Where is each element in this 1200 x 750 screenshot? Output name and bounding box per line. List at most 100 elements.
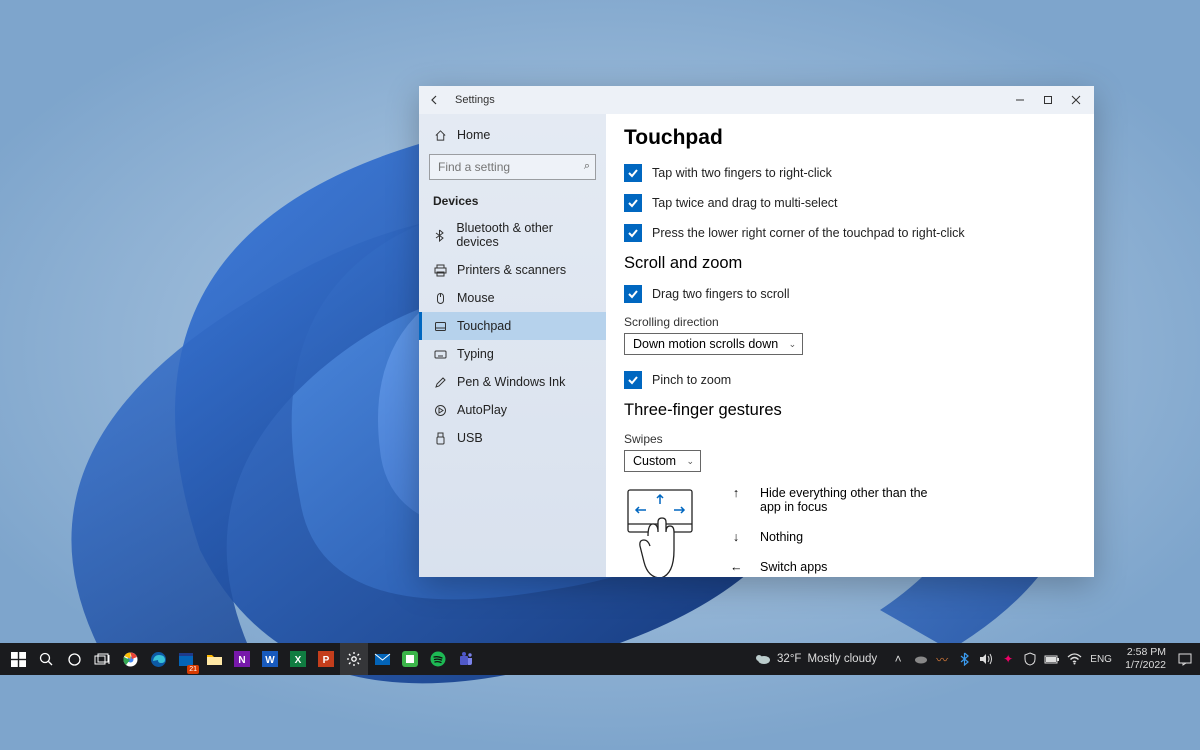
gesture-down-label: Nothing	[760, 530, 803, 544]
action-center-button[interactable]	[1174, 643, 1196, 675]
touchpad-icon	[433, 319, 447, 333]
arrow-up-icon: ↑	[730, 486, 742, 500]
tray-security-icon[interactable]	[1019, 643, 1041, 675]
checkbox-drag-two-scroll[interactable]	[624, 285, 642, 303]
settings-content: Touchpad Tap with two fingers to right-c…	[606, 114, 1094, 577]
sidebar-item-mouse[interactable]: Mouse	[419, 284, 606, 312]
chevron-down-icon: ⌄	[687, 456, 695, 467]
chevron-down-icon: ⌄	[789, 339, 797, 350]
section-scroll-zoom: Scroll and zoom	[624, 254, 1076, 273]
checkbox-pinch-zoom[interactable]	[624, 371, 642, 389]
taskbar-app-chrome[interactable]	[116, 643, 144, 675]
maximize-button[interactable]	[1034, 87, 1062, 113]
check-label: Drag two fingers to scroll	[652, 287, 790, 301]
tray-wifi-icon[interactable]	[1063, 643, 1085, 675]
gesture-diagram	[624, 486, 696, 577]
gesture-left-label: Switch apps	[760, 560, 827, 574]
window-titlebar[interactable]: Settings	[419, 86, 1094, 114]
usb-icon	[433, 431, 447, 445]
taskbar-clock[interactable]: 2:58 PM 1/7/2022	[1117, 646, 1174, 671]
taskbar-app-edge[interactable]	[144, 643, 172, 675]
taskbar: 21 N W X P 32°F Mostly cloudy ˄ 〰 ✦ ENG …	[0, 643, 1200, 675]
taskbar-app-powerpoint[interactable]: P	[312, 643, 340, 675]
sidebar-item-label: AutoPlay	[457, 403, 507, 417]
page-title: Touchpad	[624, 126, 1076, 150]
section-three-finger: Three-finger gestures	[624, 401, 1076, 420]
tray-language[interactable]: ENG	[1085, 643, 1117, 675]
sidebar-item-autoplay[interactable]: AutoPlay	[419, 396, 606, 424]
scrolling-direction-label: Scrolling direction	[624, 315, 1076, 329]
taskbar-app-onenote[interactable]: N	[228, 643, 256, 675]
search-input[interactable]	[429, 154, 596, 180]
task-view-button[interactable]	[88, 643, 116, 675]
search-button[interactable]	[32, 643, 60, 675]
sidebar-item-printer[interactable]: Printers & scanners	[419, 256, 606, 284]
taskbar-app-excel[interactable]: X	[284, 643, 312, 675]
scrolling-direction-select[interactable]: Down motion scrolls down⌄	[624, 333, 803, 355]
checkbox-two-finger-rightclick[interactable]	[624, 164, 642, 182]
printer-icon	[433, 263, 447, 277]
taskbar-weather[interactable]: 32°F Mostly cloudy	[743, 643, 887, 675]
tray-bluetooth-icon[interactable]	[953, 643, 975, 675]
tray-volume-icon[interactable]	[975, 643, 997, 675]
swipes-label: Swipes	[624, 432, 1076, 446]
autoplay-icon	[433, 403, 447, 417]
svg-text:X: X	[295, 655, 302, 666]
sidebar-home[interactable]: Home	[419, 122, 606, 148]
sidebar-item-label: Touchpad	[457, 319, 511, 333]
sidebar-item-pen[interactable]: Pen & Windows Ink	[419, 368, 606, 396]
window-title: Settings	[455, 94, 495, 106]
swipes-select[interactable]: Custom⌄	[624, 450, 701, 472]
close-button[interactable]	[1062, 87, 1090, 113]
tray-app-icon[interactable]: 〰	[931, 643, 953, 675]
tray-overflow[interactable]: ˄	[887, 643, 909, 675]
calendar-badge: 21	[187, 665, 199, 674]
svg-text:W: W	[265, 655, 275, 666]
sidebar-item-label: USB	[457, 431, 483, 445]
sidebar-item-usb[interactable]: USB	[419, 424, 606, 452]
taskbar-app-teams[interactable]	[452, 643, 480, 675]
taskbar-app-word[interactable]: W	[256, 643, 284, 675]
settings-window: Settings Home ⌕ Devices Bluetooth & othe…	[419, 86, 1094, 577]
bluetooth-icon	[433, 228, 446, 242]
arrow-down-icon: ↓	[730, 530, 742, 544]
sidebar-item-label: Typing	[457, 347, 494, 361]
taskbar-app-explorer[interactable]	[200, 643, 228, 675]
typing-icon	[433, 347, 447, 361]
check-label: Tap twice and drag to multi-select	[652, 196, 838, 210]
sidebar-item-label: Pen & Windows Ink	[457, 375, 565, 389]
minimize-button[interactable]	[1006, 87, 1034, 113]
taskbar-app-mail[interactable]	[368, 643, 396, 675]
sidebar-item-touchpad[interactable]: Touchpad	[419, 312, 606, 340]
start-button[interactable]	[4, 643, 32, 675]
cortana-button[interactable]	[60, 643, 88, 675]
settings-sidebar: Home ⌕ Devices Bluetooth & other devices…	[419, 114, 606, 577]
check-label: Press the lower right corner of the touc…	[652, 226, 965, 240]
taskbar-app-calendar[interactable]: 21	[172, 643, 200, 675]
taskbar-app-settings[interactable]	[340, 643, 368, 675]
check-label: Tap with two fingers to right-click	[652, 166, 832, 180]
sidebar-item-bluetooth[interactable]: Bluetooth & other devices	[419, 214, 606, 256]
sidebar-item-label: Printers & scanners	[457, 263, 566, 277]
sidebar-item-label: Mouse	[457, 291, 495, 305]
tray-app2-icon[interactable]: ✦	[997, 643, 1019, 675]
sidebar-item-typing[interactable]: Typing	[419, 340, 606, 368]
svg-text:N: N	[238, 655, 245, 666]
back-button[interactable]	[423, 88, 447, 112]
sidebar-home-label: Home	[457, 128, 490, 142]
checkbox-lower-right-corner[interactable]	[624, 224, 642, 242]
svg-text:P: P	[323, 655, 330, 666]
gesture-up-label: Hide everything other than the app in fo…	[760, 486, 930, 514]
mouse-icon	[433, 291, 447, 305]
tray-battery-icon[interactable]	[1041, 643, 1063, 675]
sidebar-category: Devices	[419, 186, 606, 214]
tray-onedrive-icon[interactable]	[909, 643, 931, 675]
pen-icon	[433, 375, 447, 389]
check-label: Pinch to zoom	[652, 373, 731, 387]
taskbar-app-spotify[interactable]	[424, 643, 452, 675]
checkbox-tap-twice-drag[interactable]	[624, 194, 642, 212]
sidebar-item-label: Bluetooth & other devices	[456, 221, 592, 249]
taskbar-app-camtasia[interactable]	[396, 643, 424, 675]
weather-icon	[753, 652, 771, 666]
home-icon	[433, 128, 447, 142]
